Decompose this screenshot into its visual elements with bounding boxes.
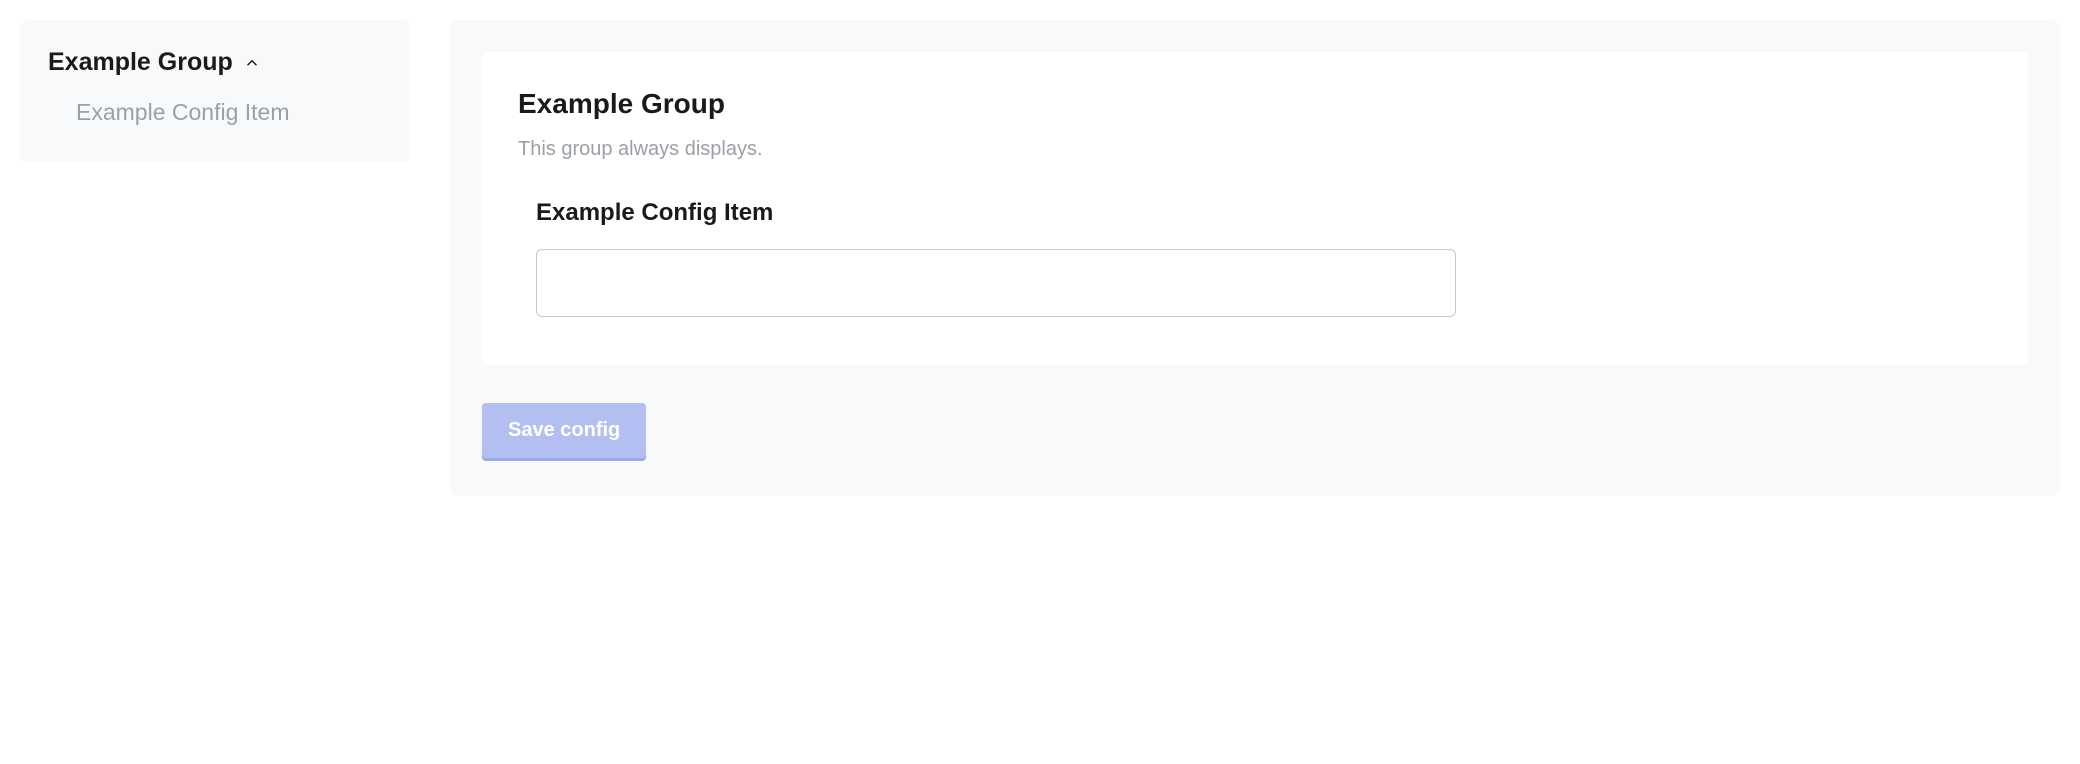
group-title: Example Group xyxy=(518,88,1992,120)
sidebar-group-toggle[interactable]: Example Group xyxy=(48,48,382,77)
chevron-up-icon xyxy=(243,54,261,72)
config-item: Example Config Item xyxy=(518,199,1992,317)
config-group-card: Example Group This group always displays… xyxy=(482,52,2028,365)
save-config-button[interactable]: Save config xyxy=(482,403,646,458)
sidebar-item-example-config[interactable]: Example Config Item xyxy=(76,99,382,126)
sidebar-group-title: Example Group xyxy=(48,48,233,77)
config-layout: Example Group Example Config Item Exampl… xyxy=(20,20,2060,496)
sidebar-items: Example Config Item xyxy=(48,99,382,126)
main-panel: Example Group This group always displays… xyxy=(450,20,2060,496)
sidebar: Example Group Example Config Item xyxy=(20,20,410,162)
group-description: This group always displays. xyxy=(518,138,1992,161)
config-item-label: Example Config Item xyxy=(536,199,1992,227)
config-item-input[interactable] xyxy=(536,249,1456,317)
